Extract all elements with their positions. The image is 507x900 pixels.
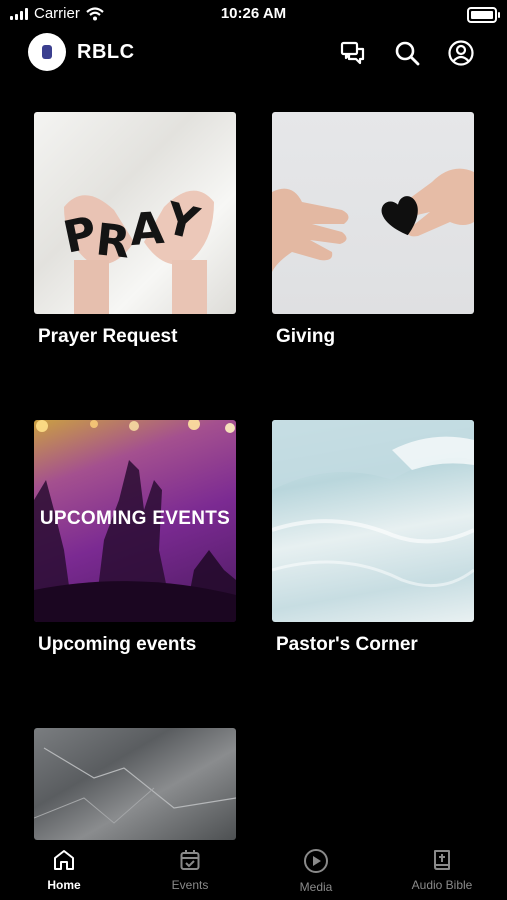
tab-events[interactable]: Events xyxy=(127,848,253,892)
tile-pastors-corner[interactable]: Pastor's Corner xyxy=(272,420,474,656)
profile-icon[interactable] xyxy=(447,39,475,67)
tab-audio-bible[interactable]: Audio Bible xyxy=(379,848,505,892)
search-icon[interactable] xyxy=(393,39,421,67)
home-icon xyxy=(54,850,74,870)
tile-upcoming-events[interactable]: UPCOMING EVENTS Upcoming events xyxy=(34,420,236,656)
chat-icon[interactable] xyxy=(339,39,367,67)
prayer-request-image: P R A Y xyxy=(34,112,236,314)
calendar-icon xyxy=(180,850,200,870)
status-time: 10:26 AM xyxy=(220,5,287,22)
tile-label: Pastor's Corner xyxy=(276,634,418,655)
tile-label: Giving xyxy=(276,326,336,347)
play-icon xyxy=(304,849,328,873)
tab-audio-bible-label: Audio Bible xyxy=(411,878,473,892)
pray-text: P R A Y xyxy=(59,192,204,269)
tile-label: Prayer Request xyxy=(38,326,178,347)
tab-bar: Home Events Media Audio Bible xyxy=(0,840,507,900)
tab-home-label: Home xyxy=(47,878,81,892)
upcoming-events-image: UPCOMING EVENTS xyxy=(34,420,236,622)
marble-image xyxy=(34,728,236,840)
tile-label: Upcoming events xyxy=(38,634,197,655)
battery-icon xyxy=(467,7,500,23)
tile-giving[interactable]: Giving xyxy=(272,112,474,348)
tab-events-label: Events xyxy=(171,878,209,892)
bible-icon xyxy=(434,850,450,870)
tile-marble[interactable] xyxy=(34,728,236,840)
upcoming-events-image-text: UPCOMING EVENTS xyxy=(39,508,231,529)
app-header: RBLC xyxy=(0,30,507,76)
tile-prayer-request[interactable]: P R A Y Prayer Request xyxy=(34,112,236,348)
giving-image xyxy=(272,112,474,314)
status-bar: Carrier 10:26 AM xyxy=(0,0,507,28)
tab-home[interactable]: Home xyxy=(1,848,127,892)
app-logo[interactable] xyxy=(28,33,66,71)
tab-media[interactable]: Media xyxy=(253,848,379,894)
app-title: RBLC xyxy=(77,41,135,63)
pastors-corner-image xyxy=(272,420,474,622)
tab-media-label: Media xyxy=(299,880,333,894)
